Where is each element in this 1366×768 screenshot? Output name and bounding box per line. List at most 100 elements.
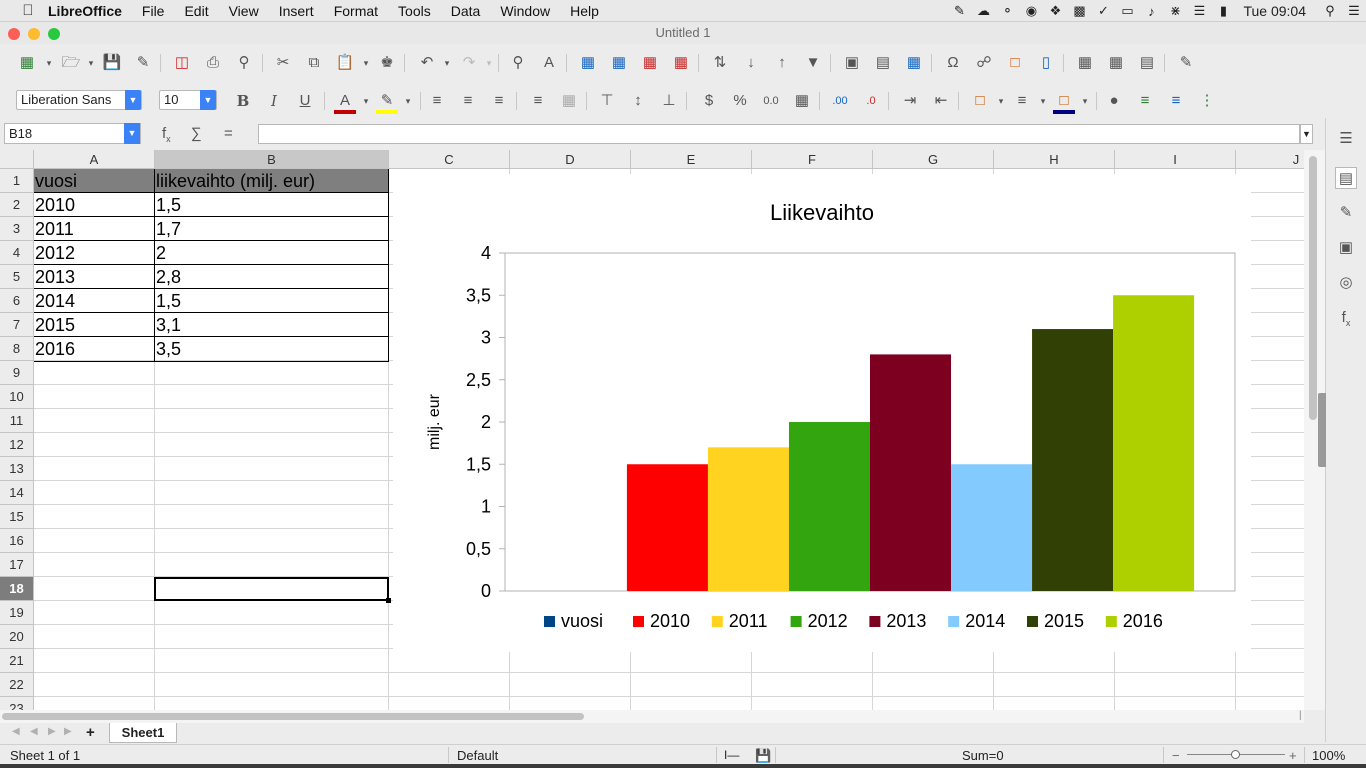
currency-icon[interactable]: $: [698, 90, 720, 112]
row-header-6[interactable]: 6: [0, 289, 34, 313]
data-bar-icon[interactable]: ≡: [1165, 90, 1187, 112]
circle-app-icon[interactable]: ◉: [1019, 3, 1043, 19]
zoom-out-icon[interactable]: −: [1172, 748, 1180, 763]
row-header-20[interactable]: 20: [0, 625, 34, 649]
delete-column-icon[interactable]: ▦: [670, 52, 692, 74]
row-header-7[interactable]: 7: [0, 313, 34, 337]
border-color-icon[interactable]: □: [1053, 90, 1075, 114]
column-header-c[interactable]: C: [389, 150, 510, 169]
delete-row-icon[interactable]: ▦: [639, 52, 661, 74]
bold-icon[interactable]: B: [232, 90, 254, 112]
special-character-icon[interactable]: Ω: [942, 52, 964, 74]
copy-icon[interactable]: ⧉: [303, 52, 325, 74]
split-window-icon[interactable]: ▤: [1136, 52, 1158, 74]
menu-tools[interactable]: Tools: [388, 3, 441, 19]
increase-indent-icon[interactable]: ⇥: [899, 90, 921, 112]
row-header-3[interactable]: 3: [0, 217, 34, 241]
freeze-rows-columns-icon[interactable]: ▦: [1105, 52, 1127, 74]
sum-icon[interactable]: ∑: [191, 125, 202, 142]
function-wizard-icon[interactable]: fx: [162, 125, 171, 144]
last-sheet-icon[interactable]: ▶: [64, 726, 72, 737]
percent-icon[interactable]: %: [729, 90, 751, 112]
number-format-icon[interactable]: 0.0: [760, 90, 782, 112]
selection-mode-icon[interactable]: I—: [724, 748, 739, 762]
border-color-dropdown-icon[interactable]: ▾: [1074, 90, 1096, 112]
insert-chart-icon[interactable]: ▤: [872, 52, 894, 74]
dropbox-icon[interactable]: ❖: [1043, 3, 1067, 19]
save-as-icon[interactable]: ✎: [132, 52, 154, 74]
data-cell-a2[interactable]: 2010: [34, 193, 154, 217]
data-cell-b5[interactable]: 2,8: [155, 265, 388, 289]
menu-window[interactable]: Window: [490, 3, 560, 19]
menu-data[interactable]: Data: [441, 3, 491, 19]
row-header-14[interactable]: 14: [0, 481, 34, 505]
column-header-a[interactable]: A: [34, 150, 155, 169]
align-bottom-icon[interactable]: ⊥: [658, 90, 680, 112]
menu-insert[interactable]: Insert: [269, 3, 324, 19]
new-dropdown-icon[interactable]: ▾: [38, 52, 60, 74]
expand-formula-bar-icon[interactable]: ▼: [1300, 124, 1313, 144]
define-print-area-icon[interactable]: ▦: [1074, 52, 1096, 74]
navigator-icon[interactable]: ◎: [1335, 272, 1357, 294]
data-cell-a5[interactable]: 2013: [34, 265, 154, 289]
functions-icon[interactable]: fx: [1335, 307, 1357, 329]
column-header-d[interactable]: D: [510, 150, 631, 169]
conditional-format-icon[interactable]: ●: [1103, 90, 1125, 112]
data-cell-a8[interactable]: 2016: [34, 337, 154, 361]
row-header-5[interactable]: 5: [0, 265, 34, 289]
next-sheet-icon[interactable]: ▶: [48, 726, 56, 737]
font-name-combo[interactable]: Liberation Sans ▼: [16, 90, 142, 110]
column-icon[interactable]: ▦: [608, 52, 630, 74]
column-header-j[interactable]: J: [1236, 150, 1304, 169]
paste-dropdown-icon[interactable]: ▾: [355, 52, 377, 74]
column-header-b[interactable]: B: [155, 150, 389, 169]
row-header-4[interactable]: 4: [0, 241, 34, 265]
select-all-corner[interactable]: [0, 150, 34, 169]
insert-image-icon[interactable]: ▣: [841, 52, 863, 74]
pen-icon[interactable]: ✎: [947, 3, 971, 19]
check-icon[interactable]: ✓: [1091, 3, 1115, 19]
chevron-down-icon[interactable]: ▼: [124, 123, 140, 144]
sort-ascending-icon[interactable]: ↓: [740, 52, 762, 74]
row-header-2[interactable]: 2: [0, 193, 34, 217]
volume-icon[interactable]: ♪: [1139, 4, 1163, 19]
row-header-21[interactable]: 21: [0, 649, 34, 673]
font-color-dropdown-icon[interactable]: ▾: [355, 90, 377, 112]
underline-icon[interactable]: U: [294, 90, 316, 112]
save-icon[interactable]: 💾: [101, 52, 123, 74]
clock[interactable]: Tue 09:04: [1235, 3, 1318, 19]
redo-dropdown-icon[interactable]: ▾: [478, 52, 500, 74]
row-header-8[interactable]: 8: [0, 337, 34, 361]
document-modified-icon[interactable]: 💾: [755, 748, 771, 764]
color-scale-icon[interactable]: ≡: [1134, 90, 1156, 112]
spotlight-search-icon[interactable]: ⚲: [1318, 3, 1342, 19]
wifi-icon[interactable]: ☰: [1187, 3, 1211, 19]
notification-center-icon[interactable]: ☰: [1342, 3, 1366, 19]
airdrop-icon[interactable]: ⚬: [995, 3, 1019, 19]
spelling-icon[interactable]: A: [538, 52, 560, 74]
battery-icon[interactable]: ▮: [1211, 3, 1235, 19]
close-window-button[interactable]: [8, 28, 20, 40]
row-header-11[interactable]: 11: [0, 409, 34, 433]
cut-icon[interactable]: ✂: [272, 52, 294, 74]
row-header-1[interactable]: 1: [0, 169, 34, 193]
delete-decimal-icon[interactable]: .0: [860, 90, 882, 112]
first-sheet-icon[interactable]: ◀: [12, 726, 20, 737]
sort-icon[interactable]: ⇅: [709, 52, 731, 74]
header-cell-a1[interactable]: vuosi: [34, 169, 154, 193]
print-preview-icon[interactable]: ⚲: [233, 52, 255, 74]
sidebar-collapse-handle[interactable]: [1318, 393, 1326, 467]
chevron-down-icon[interactable]: ▼: [125, 90, 141, 110]
zoom-slider-knob[interactable]: [1231, 750, 1240, 759]
name-box[interactable]: B18 ▼: [4, 123, 141, 144]
header-cell-b1[interactable]: liikevaihto (milj. eur): [155, 169, 388, 193]
bluetooth-icon[interactable]: ⋇: [1163, 3, 1187, 19]
italic-icon[interactable]: I: [263, 90, 285, 112]
airplay-icon[interactable]: ▭: [1115, 3, 1139, 19]
wrap-text-icon[interactable]: ≡: [527, 90, 549, 112]
formula-input[interactable]: [258, 124, 1300, 144]
scrollbar-splitter[interactable]: |: [1299, 710, 1302, 721]
row-header-16[interactable]: 16: [0, 529, 34, 553]
column-header-e[interactable]: E: [631, 150, 752, 169]
menu-libreoffice[interactable]: LibreOffice: [38, 3, 132, 19]
